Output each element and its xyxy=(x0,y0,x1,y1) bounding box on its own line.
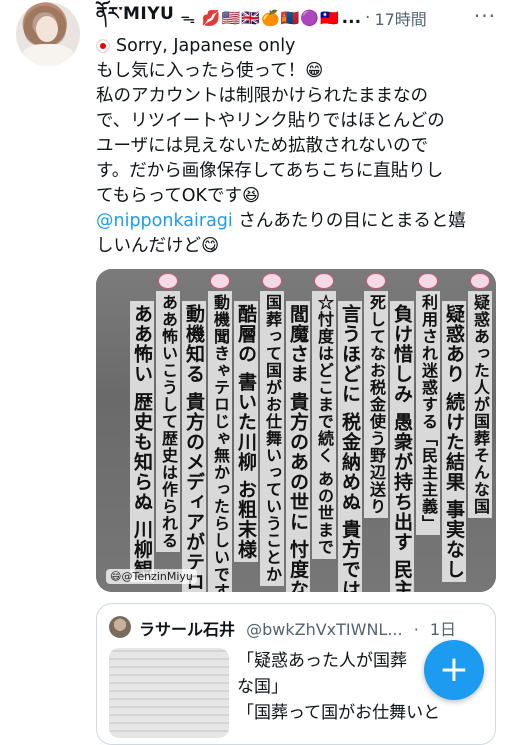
tweet-card[interactable]: ནོར་MIYU ᯓ 💋🇺🇸🇬🇧🍊🇲🇳🟣🇹🇼 ... · 17時間 ··· So… xyxy=(0,0,510,745)
text-line: ユーザには見えないため拡散されないので xyxy=(96,136,429,156)
senryu-column: 負け惜しみ 愚衆が持ち出す 民主主義 xyxy=(390,301,414,592)
senryu-column: 動機聞きゃテロじゃ無かったらしいです xyxy=(208,291,232,592)
column-badge-icon xyxy=(418,273,438,289)
senryu-column: ☆忖度はどこまで続く あの世まで xyxy=(312,291,336,559)
quoted-header: ラサール石井 @bwkZhVxTIWNL... · 1日 xyxy=(139,616,456,640)
senryu-column: ああ怖いこうして歴史は作られる xyxy=(156,291,180,552)
senryu-column: 国葬って国がお仕舞いっていうことか xyxy=(260,291,284,586)
mention-link[interactable]: @nipponkairagi xyxy=(96,211,233,231)
name-emojis: ᯓ 💋🇺🇸🇬🇧🍊🇲🇳🟣🇹🇼 xyxy=(180,9,340,27)
senryu-column: 酷層の 書いた川柳 お粗末様 xyxy=(234,301,258,563)
tweet-header: ནོར་MIYU ᯓ 💋🇺🇸🇬🇧🍊🇲🇳🟣🇹🇼 ... · 17時間 ··· xyxy=(96,4,496,30)
quoted-image[interactable] xyxy=(109,648,229,738)
senryu-column: 利用され迷惑する「民主主義」 xyxy=(416,291,440,535)
column-badge-icon xyxy=(262,273,282,289)
image-watermark: 😄@TenzinMiyu xyxy=(106,569,197,584)
senryu-column: 動機知る 貴方のメディアがテロなのよ xyxy=(182,301,206,592)
japan-flag-icon xyxy=(96,39,110,53)
text-line: てもらってOKです😆 xyxy=(96,186,261,206)
separator: · xyxy=(365,8,371,28)
quoted-time[interactable]: 1日 xyxy=(430,620,456,639)
text-line: しいんだけど😋 xyxy=(96,236,220,256)
compose-button[interactable]: + xyxy=(424,640,484,700)
text-line: もし気に入ったら使って！😁 xyxy=(96,61,324,81)
column-badge-icon xyxy=(314,273,334,289)
quoted-text-line: 「国葬って国がお仕舞いと xyxy=(237,703,441,723)
avatar[interactable] xyxy=(16,2,80,66)
text-line: 私のアカウントは制限かけられたままなの xyxy=(96,86,428,106)
tweet-image[interactable]: 疑惑あった人が国葬そんな国 疑惑あり 続けた結果 事実なし 利用され迷惑する「民主主… xyxy=(96,269,496,592)
senryu-column: ああ怖い 歴史も知らぬ 川柳観 xyxy=(130,301,154,583)
quoted-separator: · xyxy=(413,620,419,639)
text-line: さんあたりの目にとまると嬉 xyxy=(232,211,466,231)
quoted-handle[interactable]: @bwkZhVxTIWNL... xyxy=(246,620,402,639)
column-badge-icon xyxy=(210,273,230,289)
tweet-text: Sorry, Japanese only もし気に入ったら使って！😁 私のアカウ… xyxy=(96,34,506,259)
more-options-icon[interactable]: ··· xyxy=(474,4,496,28)
quoted-avatar[interactable] xyxy=(109,616,131,638)
quoted-display-name[interactable]: ラサール石井 xyxy=(139,620,235,639)
column-badge-icon xyxy=(470,273,490,289)
senryu-column: 死してなお税金使う野辺送り xyxy=(364,291,388,518)
text-line: で、リツイートやリンク貼りではほとんどの xyxy=(96,111,445,131)
senryu-column: 疑惑あり 続けた結果 事実なし xyxy=(442,301,466,583)
name-ellipsis: ... xyxy=(341,8,362,28)
text-line: す。だから画像保存してあちこちに直貼りし xyxy=(96,161,444,181)
senryu-column: 言うほどに 税金納めぬ 貴方では？ xyxy=(338,301,362,592)
senryu-column: 閻魔さま 貴方のあの世に 忖度なし xyxy=(286,301,310,592)
column-badge-icon xyxy=(158,273,178,289)
senryu-column: 疑惑あった人が国葬そんな国 xyxy=(468,291,492,518)
text-line: Sorry, Japanese only xyxy=(116,36,296,56)
timestamp[interactable]: 17時間 xyxy=(374,6,426,30)
column-badge-icon xyxy=(366,273,386,289)
